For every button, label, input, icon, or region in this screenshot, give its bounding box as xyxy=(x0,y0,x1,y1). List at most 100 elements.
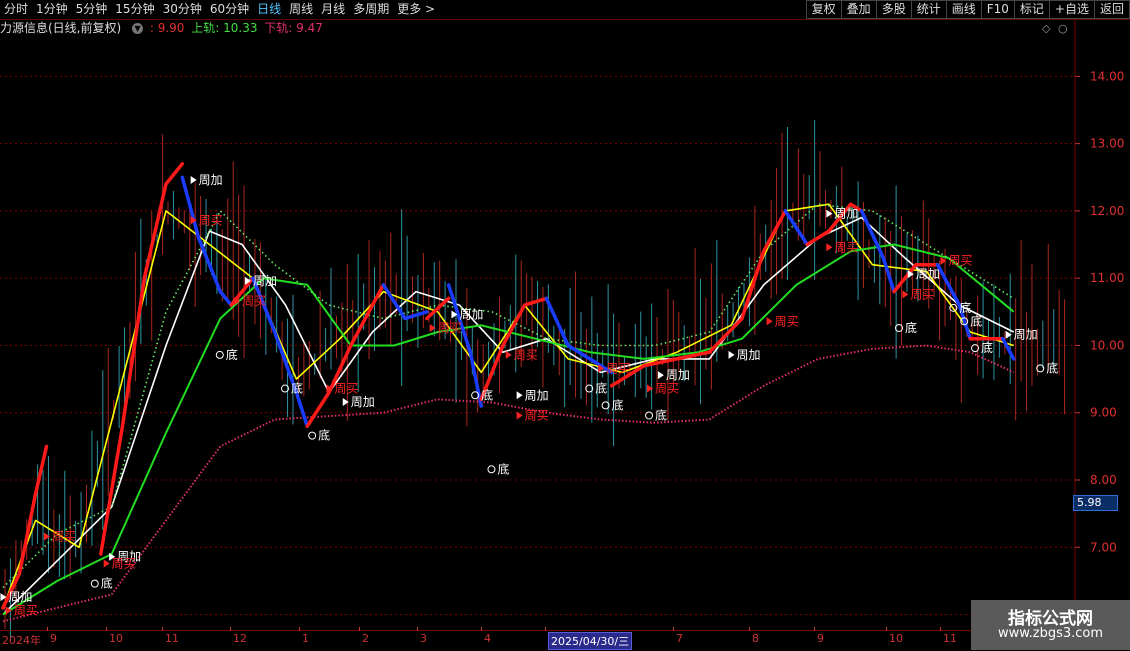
signal-arrow-icon xyxy=(516,391,523,400)
mid-value: : 9.90 xyxy=(149,21,185,35)
signal-arrow-icon xyxy=(647,384,654,393)
current-price-tag: 5.98 xyxy=(1073,495,1118,511)
tab-period-6[interactable]: 日线 xyxy=(253,0,285,19)
signal-label: 周买 xyxy=(199,213,223,227)
x-tick-label: 10 xyxy=(109,632,123,645)
toolbar-button-5[interactable]: F10 xyxy=(980,0,1015,19)
trend-segment-blue xyxy=(859,209,896,294)
x-tick-label: 2 xyxy=(362,632,369,645)
signal-label: 底 xyxy=(1046,360,1058,375)
toolbar-button-1[interactable]: 叠加 xyxy=(840,0,877,19)
tab-period-3[interactable]: 15分钟 xyxy=(111,0,158,19)
signal-label: 周加 xyxy=(253,274,277,288)
x-tick-label: 2024年 xyxy=(2,634,41,647)
toolbar-button-7[interactable]: +自选 xyxy=(1048,0,1095,19)
tab-period-8[interactable]: 月线 xyxy=(317,0,349,19)
signal-label: 周买 xyxy=(438,321,462,335)
tab-period-7[interactable]: 周线 xyxy=(285,0,317,19)
signal-label: 周买 xyxy=(242,294,266,308)
x-tick-mark xyxy=(886,627,887,631)
signal-label: 底 xyxy=(612,397,624,412)
signal-label: 周买 xyxy=(334,382,358,396)
signal-label: 周加 xyxy=(199,173,223,187)
x-tick-label: 4 xyxy=(484,632,491,645)
x-tick-label: 9 xyxy=(817,632,824,645)
x-tick-label: 11 xyxy=(943,632,957,645)
watermark-url: www.zbgs3.com xyxy=(997,626,1104,641)
signal-label: 底 xyxy=(497,461,509,476)
signal-label: 周加 xyxy=(737,348,761,362)
signal-arrow-icon xyxy=(103,559,110,568)
tab-period-9[interactable]: 多周期 xyxy=(349,0,393,19)
tab-period-2[interactable]: 5分钟 xyxy=(72,0,112,19)
y-tick-label: 10.00 xyxy=(1090,338,1124,352)
tab-period-4[interactable]: 30分钟 xyxy=(159,0,206,19)
toolbar-buttons: 复权 叠加 多股 统计 画线 F10 标记 +自选 返回 xyxy=(805,0,1130,19)
y-tick-label: 14.00 xyxy=(1090,69,1124,83)
toolbar-button-8[interactable]: 返回 xyxy=(1093,0,1130,19)
toolbar-button-0[interactable]: 复权 xyxy=(805,0,842,19)
signal-label: 底 xyxy=(905,320,917,335)
series-line-upper xyxy=(2,203,1015,589)
y-tick-label: 7.00 xyxy=(1090,540,1117,554)
dot-icon[interactable]: ○ xyxy=(1058,22,1068,35)
signal-label: 底 xyxy=(981,340,993,355)
signal-label: 周买 xyxy=(52,530,76,544)
signal-label: 周买 xyxy=(514,348,538,362)
signal-arrow-icon xyxy=(728,350,735,359)
toolbar-button-4[interactable]: 画线 xyxy=(945,0,982,19)
x-tick-mark xyxy=(749,627,750,631)
bottom-marker-icon xyxy=(308,431,317,440)
y-tick-label: 11.00 xyxy=(1090,271,1124,285)
y-tick-label: 9.00 xyxy=(1090,406,1117,420)
kline-chart[interactable]: 14.0013.0012.0011.0010.009.008.007.006.0… xyxy=(0,0,1130,650)
tab-period-0[interactable]: 分时 xyxy=(0,0,32,19)
signal-arrow-icon xyxy=(657,371,664,380)
bottom-marker-icon xyxy=(645,411,654,420)
x-tick-label: 2025/04/30/三 xyxy=(548,632,633,650)
signal-label: 周加 xyxy=(351,395,375,409)
y-tick-label: 13.00 xyxy=(1090,137,1124,151)
signal-label: 底 xyxy=(318,428,330,443)
x-tick-label: 11 xyxy=(165,632,179,645)
y-tick-label: 8.00 xyxy=(1090,473,1117,487)
bottom-marker-icon xyxy=(90,579,99,588)
series-line-white xyxy=(2,216,1015,616)
tab-period-5[interactable]: 60分钟 xyxy=(206,0,253,19)
x-tick-mark xyxy=(162,627,163,631)
toolbar-button-2[interactable]: 多股 xyxy=(875,0,912,19)
signal-label: 周买 xyxy=(525,408,549,422)
x-tick-mark xyxy=(481,627,482,631)
signal-arrow-icon xyxy=(429,324,436,332)
signal-label: 底 xyxy=(481,387,493,402)
chevron-down-icon[interactable]: ▼ xyxy=(132,23,144,34)
signal-arrow-icon xyxy=(505,350,512,359)
x-tick-mark xyxy=(230,627,231,631)
signal-label: 底 xyxy=(970,313,982,328)
signal-label: 周加 xyxy=(459,308,483,322)
signal-label: 周买 xyxy=(834,240,858,254)
signal-arrow-icon xyxy=(826,243,833,252)
stock-title: 力源信息(日线,前复权) xyxy=(0,21,122,35)
x-tick-mark xyxy=(940,627,941,631)
signal-label: 底 xyxy=(226,347,238,362)
tab-period-1[interactable]: 1分钟 xyxy=(32,0,72,19)
x-tick-mark xyxy=(673,627,674,631)
signal-label: 周加 xyxy=(525,388,549,402)
signal-label: 周买 xyxy=(606,361,630,375)
signal-label: 周加 xyxy=(834,207,858,221)
signal-label: 底 xyxy=(595,381,607,396)
tab-period-10[interactable]: 更多 > xyxy=(393,0,439,19)
upper-band-value: 上轨: 10.33 xyxy=(191,21,258,35)
signal-label: 周买 xyxy=(910,287,934,301)
x-axis: 2024年 9 10 11 12 1 2 3 4 2025/04/30/三 7 8 9 10 11 xyxy=(0,627,1075,651)
top-toolbar: 分时 1分钟 5分钟 15分钟 30分钟 60分钟 日线 周线 月线 多周期 更多 > 复权 叠加 多股… xyxy=(0,0,1130,20)
toolbar-button-3[interactable]: 统计 xyxy=(910,0,947,19)
signal-label: 周买 xyxy=(14,604,38,618)
x-tick-mark xyxy=(417,627,418,631)
signal-label: 周买 xyxy=(775,314,799,328)
signal-arrow-icon xyxy=(766,317,773,326)
signal-arrow-icon xyxy=(190,176,197,184)
toolbar-button-6[interactable]: 标记 xyxy=(1013,0,1050,19)
diamond-icon[interactable]: ◇ xyxy=(1042,22,1050,35)
